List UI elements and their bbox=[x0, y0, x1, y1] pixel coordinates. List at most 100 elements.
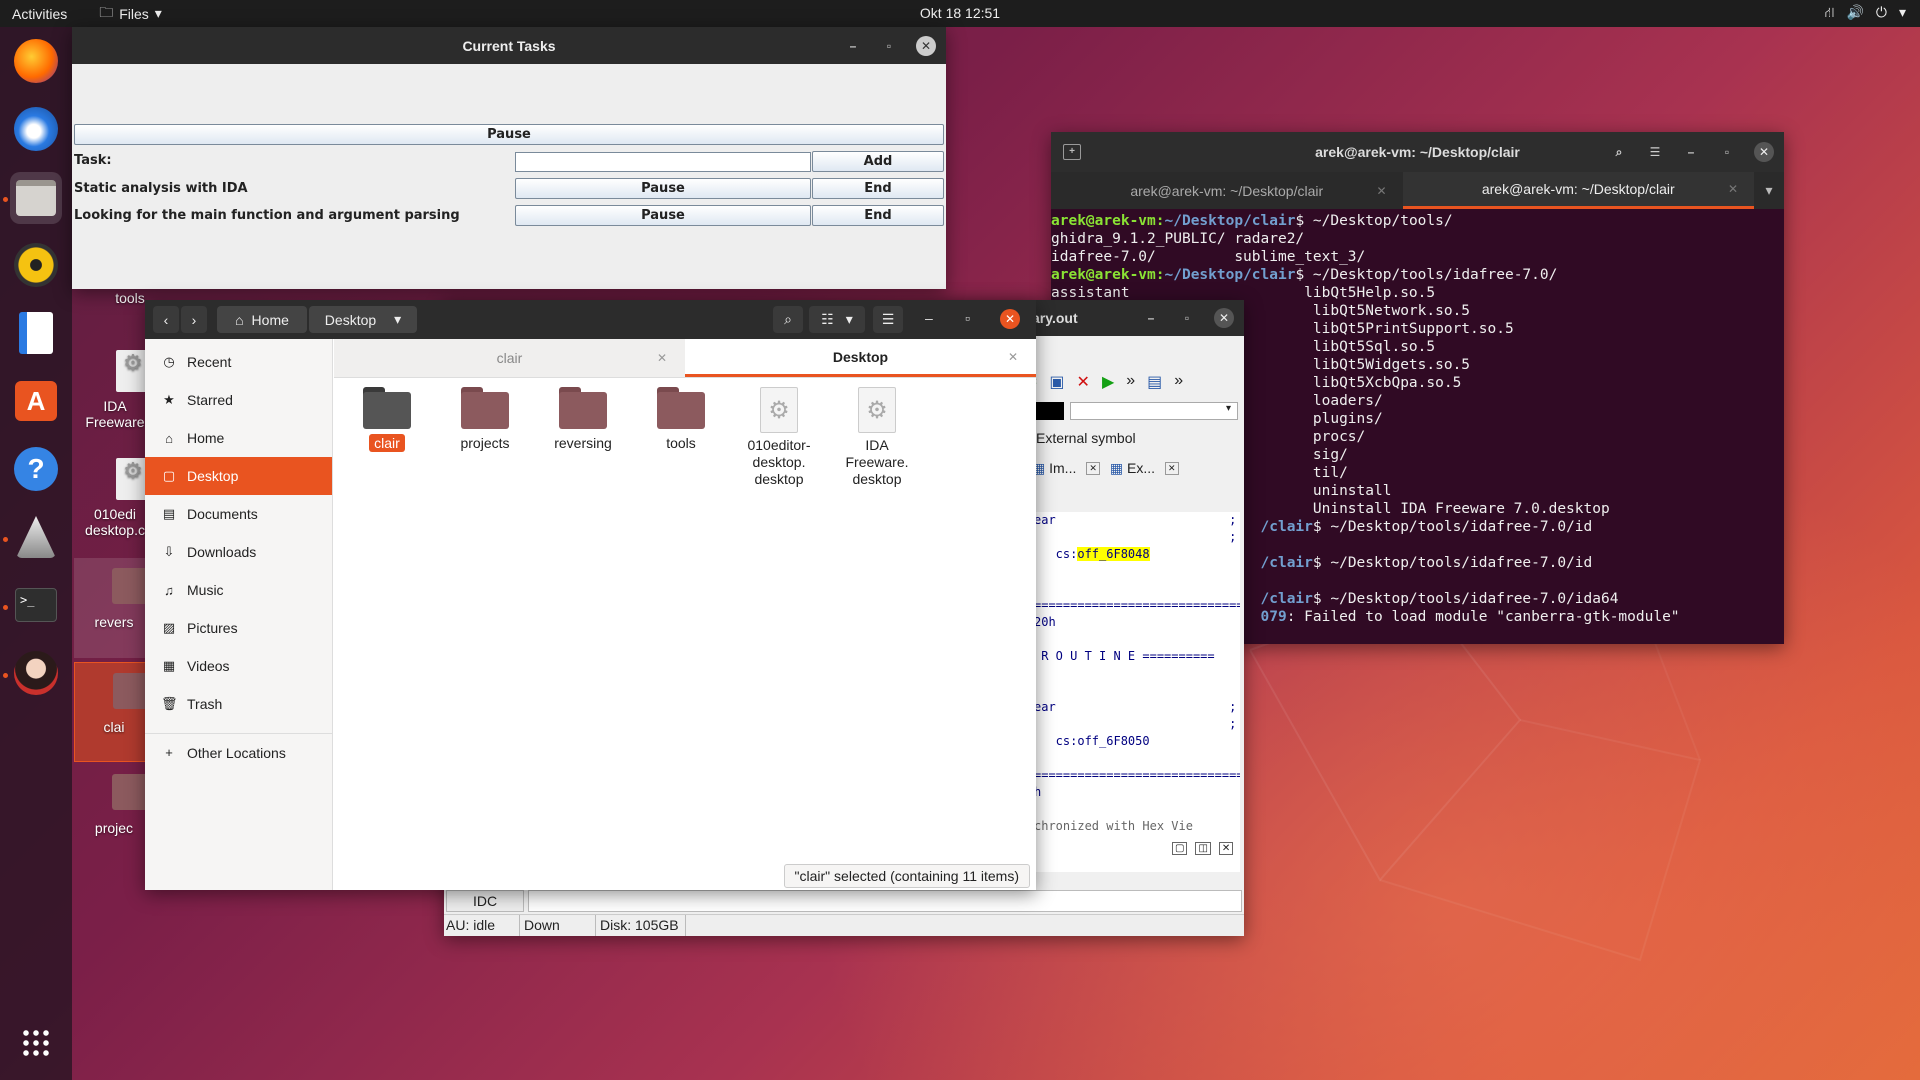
desktop-icon-ida[interactable]: ⚙ IDA Freeware bbox=[74, 350, 156, 430]
menu-button[interactable]: ☰ bbox=[873, 306, 903, 333]
close-icon[interactable]: ✕ bbox=[657, 351, 667, 365]
restore-icon[interactable]: ▢ bbox=[1172, 842, 1188, 855]
disassembly-view[interactable]: ear ; CODE X ; sub_48 cs:off_6F8048 =====… bbox=[1034, 512, 1240, 872]
ida-dropdown[interactable]: ▾ bbox=[1070, 402, 1238, 420]
stop-icon[interactable]: ✕ bbox=[1077, 372, 1090, 392]
run-icon[interactable]: ▶ bbox=[1102, 372, 1114, 392]
close-button[interactable]: ✕ bbox=[1214, 308, 1234, 328]
minimize-button[interactable]: – bbox=[1682, 143, 1700, 161]
pause-task-button[interactable]: Pause bbox=[515, 205, 811, 226]
sidebar-item-documents[interactable]: ▤ Documents bbox=[145, 495, 332, 533]
desktop-icon-projects[interactable]: projec bbox=[74, 772, 154, 836]
power-icon[interactable]: ⏻ bbox=[1876, 4, 1887, 23]
pause-all-button[interactable]: Pause bbox=[74, 124, 944, 145]
chevron-down-icon[interactable]: ▾ bbox=[1754, 172, 1784, 209]
writer-launcher[interactable] bbox=[10, 307, 62, 359]
folder-item[interactable]: tools bbox=[636, 387, 726, 452]
folder-item[interactable]: reversing bbox=[538, 387, 628, 452]
rhythmbox-launcher[interactable] bbox=[10, 239, 62, 291]
maximize-button[interactable]: ▫ bbox=[880, 37, 898, 55]
close-icon[interactable]: ✕ bbox=[1218, 842, 1234, 855]
float-icon[interactable]: ◫ bbox=[1195, 842, 1211, 855]
attach-icon[interactable]: ▣ bbox=[1049, 372, 1064, 392]
close-icon[interactable]: ✕ bbox=[1086, 462, 1100, 475]
desktop-icon-clair[interactable]: clai bbox=[74, 662, 154, 762]
folder-item[interactable]: projects bbox=[440, 387, 530, 452]
end-task-button[interactable]: End bbox=[812, 205, 944, 226]
task-input[interactable] bbox=[515, 152, 811, 172]
tasks-titlebar[interactable]: Current Tasks – ▫ ✕ bbox=[72, 27, 946, 64]
idc-button[interactable]: IDC bbox=[446, 890, 524, 912]
terminal-titlebar[interactable]: + arek@arek-vm: ~/Desktop/clair ⌕ ☰ – ▫ … bbox=[1051, 132, 1784, 172]
breadcrumb-desktop[interactable]: Desktop ▾ bbox=[309, 306, 417, 333]
calc-icon[interactable]: ▤ bbox=[1147, 372, 1162, 392]
terminal-tab[interactable]: arek@arek-vm: ~/Desktop/clair ✕ bbox=[1051, 172, 1403, 209]
sidebar-item-desktop[interactable]: ▢ Desktop bbox=[145, 457, 332, 495]
close-icon[interactable]: ✕ bbox=[1728, 182, 1738, 196]
add-task-button[interactable]: Add bbox=[812, 151, 944, 172]
help-launcher[interactable]: ? bbox=[10, 443, 62, 495]
clock[interactable]: Okt 18 12:51 bbox=[0, 5, 1920, 21]
terminal-launcher[interactable]: >_ bbox=[10, 579, 62, 631]
more-icon[interactable]: » bbox=[1126, 372, 1135, 392]
forward-button[interactable]: › bbox=[181, 306, 207, 333]
close-icon[interactable]: ✕ bbox=[1376, 184, 1386, 198]
search-icon[interactable]: ⌕ bbox=[1610, 143, 1628, 161]
system-tray[interactable]: ⛙ 🔊 ⏻ ▾ bbox=[1825, 4, 1906, 23]
volume-icon[interactable]: 🔊 bbox=[1846, 4, 1863, 23]
highlighted-symbol[interactable]: off_6F8048 bbox=[1077, 547, 1150, 561]
sidebar-item-music[interactable]: ♫ Music bbox=[145, 571, 332, 609]
sidebar-item-pictures[interactable]: ▨ Pictures bbox=[145, 609, 332, 647]
terminal-tab-active[interactable]: arek@arek-vm: ~/Desktop/clair ✕ bbox=[1402, 172, 1754, 209]
firefox-launcher[interactable] bbox=[10, 35, 62, 87]
avatar-app-launcher[interactable] bbox=[10, 647, 62, 699]
breadcrumb-home[interactable]: ⌂ Home bbox=[217, 306, 307, 333]
tab-exports[interactable]: ▦ Ex... bbox=[1110, 460, 1155, 477]
chevron-down-icon[interactable]: ▾ bbox=[1899, 4, 1906, 23]
tab-clair[interactable]: clair ✕ bbox=[334, 339, 685, 377]
search-button[interactable]: ⌕ bbox=[773, 306, 803, 333]
close-icon[interactable]: ✕ bbox=[1165, 462, 1179, 475]
sidebar-item-other-locations[interactable]: + Other Locations bbox=[145, 733, 332, 771]
minimize-button[interactable]: – bbox=[844, 37, 862, 55]
end-task-button[interactable]: End bbox=[812, 178, 944, 199]
sidebar-item-recent[interactable]: ◷ Recent bbox=[145, 343, 332, 381]
folder-item[interactable]: clair bbox=[342, 387, 432, 452]
files-launcher[interactable] bbox=[10, 172, 62, 224]
maximize-button[interactable]: ▫ bbox=[965, 310, 970, 326]
software-launcher[interactable]: A bbox=[10, 375, 62, 427]
file-grid[interactable]: clair projects reversing tools ⚙ 010editor-de… bbox=[334, 379, 1036, 890]
minimize-button[interactable]: – bbox=[1142, 309, 1160, 327]
sidebar-item-home[interactable]: ⌂ Home bbox=[145, 419, 332, 457]
desktop-file-item[interactable]: ⚙ 010editor-desktop. desktop bbox=[734, 387, 824, 488]
tab-desktop[interactable]: Desktop ✕ bbox=[685, 339, 1036, 377]
hamburger-menu-icon[interactable]: ☰ bbox=[1646, 143, 1664, 161]
files-headerbar[interactable]: ‹ › ⌂ Home Desktop ▾ ⌕ ☷ ▾ ☰ – ▫ ✕ bbox=[145, 300, 1036, 339]
pause-task-button[interactable]: Pause bbox=[515, 178, 811, 199]
sidebar-item-trash[interactable]: 🗑 Trash bbox=[145, 685, 332, 723]
maximize-button[interactable]: ▫ bbox=[1178, 309, 1196, 327]
sidebar-item-starred[interactable]: ★ Starred bbox=[145, 381, 332, 419]
show-applications-button[interactable] bbox=[10, 1017, 62, 1069]
more-icon[interactable]: » bbox=[1174, 372, 1183, 392]
app-menu[interactable]: 🗀 Files ▾ bbox=[99, 2, 162, 26]
back-button[interactable]: ‹ bbox=[153, 306, 179, 333]
activities-button[interactable]: Activities bbox=[12, 6, 67, 22]
sidebar-item-videos[interactable]: ▦ Videos bbox=[145, 647, 332, 685]
close-button[interactable]: ✕ bbox=[1000, 309, 1020, 329]
thunderbird-launcher[interactable] bbox=[10, 103, 62, 155]
desktop-icon-010editor[interactable]: ⚙ 010edi desktop.c bbox=[74, 458, 156, 538]
desktop-file-item[interactable]: ⚙ IDA Freeware. desktop bbox=[832, 387, 922, 488]
maximize-button[interactable]: ▫ bbox=[1718, 143, 1736, 161]
network-icon[interactable]: ⛙ bbox=[1825, 4, 1835, 23]
tab-imports[interactable]: ▦ Im... bbox=[1032, 460, 1076, 477]
idc-input[interactable] bbox=[528, 890, 1242, 912]
new-tab-icon[interactable]: + bbox=[1063, 144, 1081, 160]
minimize-button[interactable]: – bbox=[925, 310, 933, 326]
close-button[interactable]: ✕ bbox=[1754, 142, 1774, 162]
view-toggle-button[interactable]: ☷ ▾ bbox=[809, 306, 865, 333]
java-launcher[interactable] bbox=[10, 511, 62, 563]
sidebar-item-downloads[interactable]: ⇩ Downloads bbox=[145, 533, 332, 571]
desktop-icon-reversing[interactable]: revers bbox=[74, 558, 154, 658]
close-icon[interactable]: ✕ bbox=[1008, 350, 1018, 364]
